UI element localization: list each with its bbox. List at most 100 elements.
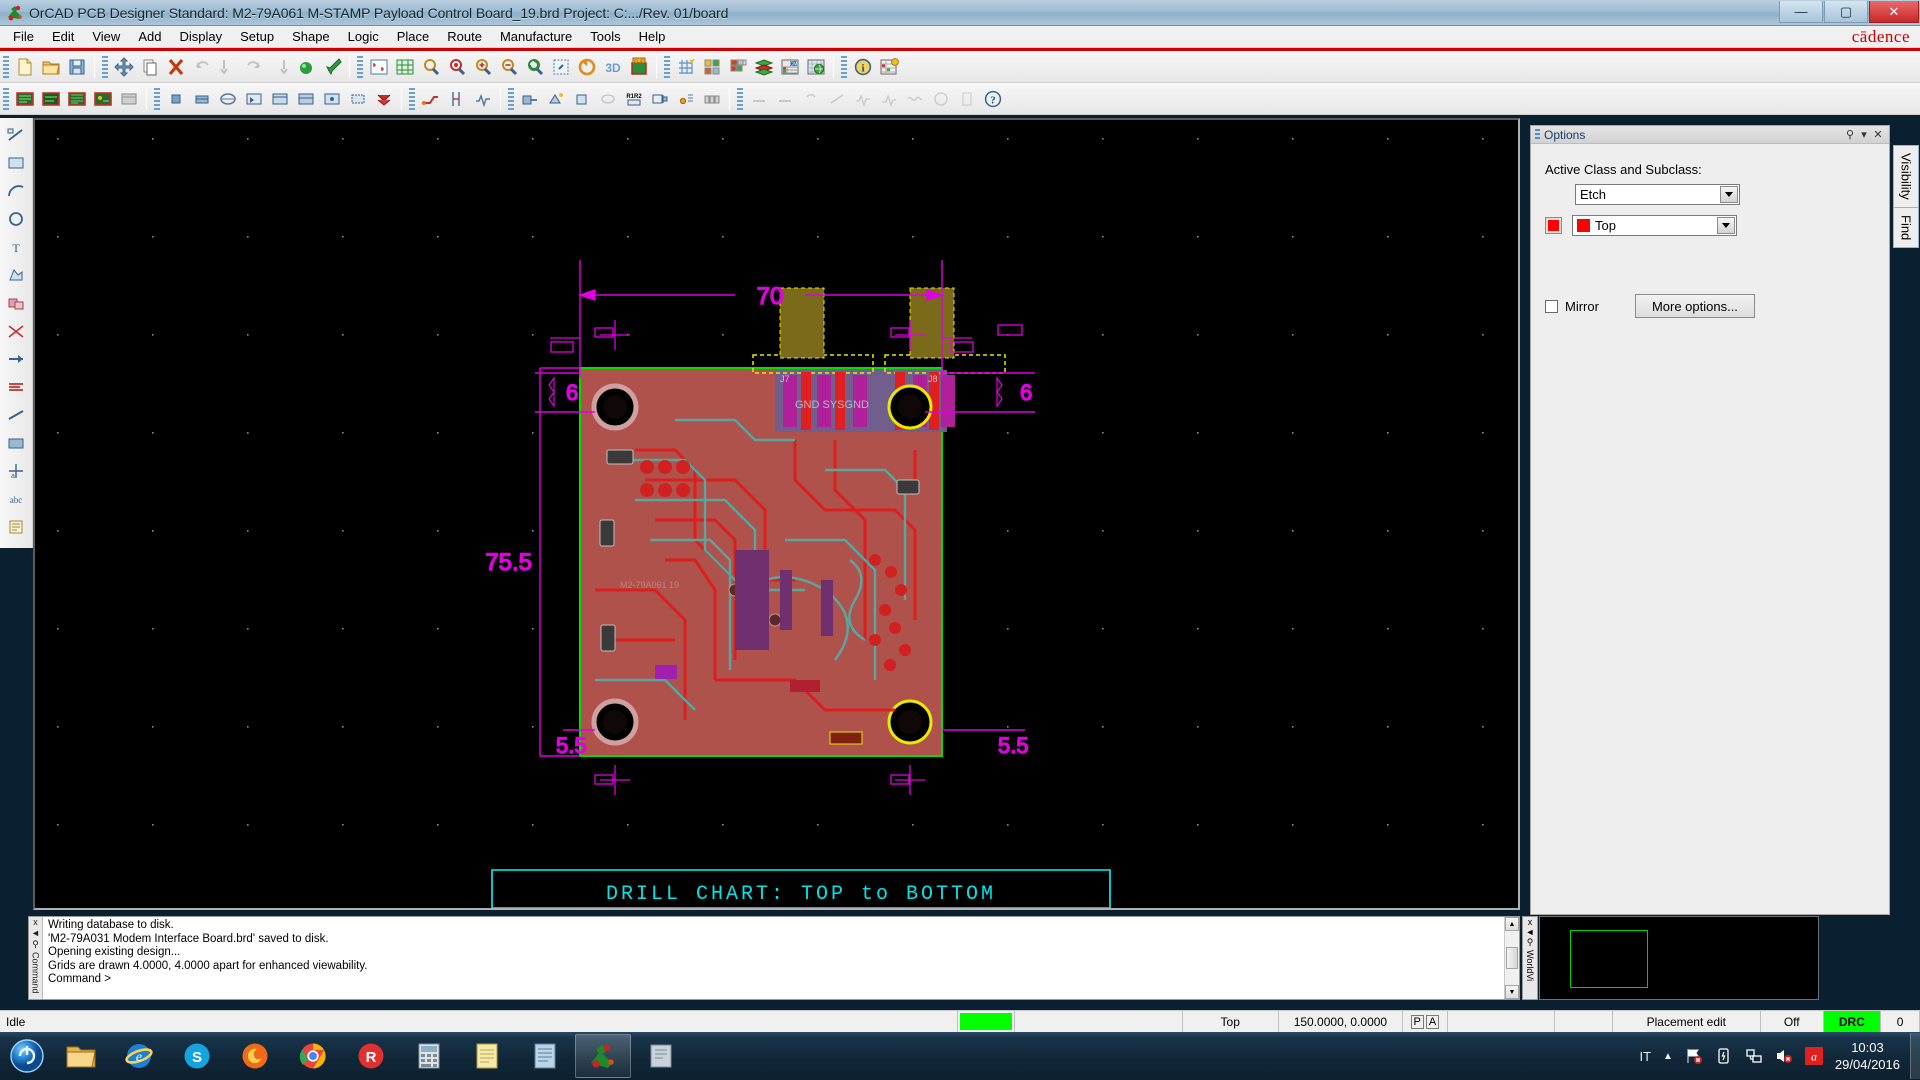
status-modes[interactable]: P A (1403, 1011, 1448, 1032)
collapse-icon[interactable]: ◄ (1526, 927, 1535, 937)
spread-icon[interactable] (371, 86, 397, 112)
file-explorer-icon[interactable] (53, 1034, 109, 1078)
toolbar-grip[interactable] (508, 87, 514, 110)
toolbar-grip[interactable] (409, 87, 415, 110)
color-layers-icon[interactable] (699, 54, 725, 80)
toolbar-grip[interactable] (737, 87, 743, 110)
toolbar-grip[interactable] (3, 55, 9, 78)
redraw-icon[interactable] (548, 54, 574, 80)
snap-pick-icon[interactable]: a (2, 457, 30, 485)
close-icon[interactable]: ✕ (1871, 128, 1885, 141)
shape-compose-icon[interactable] (2, 289, 30, 317)
options-panel-title-bar[interactable]: Options ⚲ ▾ ✕ (1531, 126, 1889, 144)
custom-smooth-icon[interactable] (517, 86, 543, 112)
close-icon[interactable]: x (1528, 917, 1533, 927)
emi-icon[interactable] (928, 86, 954, 112)
text-abc-icon[interactable]: abc (2, 485, 30, 513)
silkscreen-icon[interactable] (798, 86, 824, 112)
menu-item-manufacture[interactable]: Manufacture (491, 27, 581, 46)
status-drc-badge[interactable]: DRC (1823, 1011, 1882, 1032)
place-fanout-icon[interactable] (319, 86, 345, 112)
pcb-design-canvas[interactable]: GND SYSGND J7 J8 M2-79A061 19 70 75.5 6 (33, 118, 1520, 910)
console-output[interactable]: Writing database to disk. 'M2-79A031 Mod… (43, 917, 1504, 999)
battery-icon[interactable] (1715, 1047, 1733, 1065)
add-circle-icon[interactable] (2, 205, 30, 233)
volume-muted-icon[interactable] (1775, 1047, 1793, 1065)
via-icon[interactable] (543, 86, 569, 112)
new-file-icon[interactable] (12, 54, 38, 80)
windows-taskbar[interactable]: e S R IT ▲ a 10:03 29/04/2016 (0, 1032, 1920, 1080)
display-top-icon[interactable] (12, 86, 38, 112)
worldview-panel[interactable] (1539, 916, 1819, 1000)
menu-item-view[interactable]: View (83, 27, 129, 46)
zoom-by-points-icon[interactable] (418, 54, 444, 80)
delay-tune-icon[interactable] (470, 86, 496, 112)
scrollbar-thumb[interactable] (1506, 947, 1518, 969)
undo-icon[interactable] (189, 54, 215, 80)
mirror-checkbox[interactable] (1545, 299, 1558, 313)
scroll-up-button[interactable]: ▲ (1505, 917, 1519, 931)
refresh-icon[interactable] (574, 54, 600, 80)
place-manual-icon[interactable] (163, 86, 189, 112)
main-toolbar-row-1[interactable]: 3D FLIP CM i (0, 51, 1920, 83)
zoom-center-icon[interactable] (444, 54, 470, 80)
command-prompt[interactable]: Command > (48, 973, 1499, 987)
scroll-down-button[interactable]: ▼ (1505, 985, 1519, 999)
toolbar-grip[interactable] (3, 87, 9, 110)
layer-stack-icon[interactable] (751, 54, 777, 80)
zoom-world-icon[interactable] (392, 54, 418, 80)
dimension-icon[interactable] (647, 86, 673, 112)
toolbar-grip[interactable] (357, 55, 363, 78)
display-bottom-icon[interactable] (38, 86, 64, 112)
drill-legend-icon[interactable] (673, 86, 699, 112)
menu-item-help[interactable]: Help (630, 27, 675, 46)
menu-item-file[interactable]: File (4, 27, 43, 46)
zoom-previous-icon[interactable] (522, 54, 548, 80)
tab-visibility[interactable]: Visibility (1893, 145, 1919, 207)
shape-add-icon[interactable] (569, 86, 595, 112)
signal-analyze-icon[interactable] (876, 86, 902, 112)
flip-design-icon[interactable]: FLIP (626, 54, 652, 80)
pin-icon[interactable]: ⚲ (1843, 128, 1857, 141)
shape-edit-icon[interactable] (595, 86, 621, 112)
chevron-down-icon[interactable] (1717, 217, 1735, 234)
orcad-capture-icon[interactable]: R (343, 1034, 399, 1078)
left-vertical-toolbar[interactable]: T a abc (0, 118, 33, 548)
worldview-viewport-rect[interactable] (1570, 930, 1648, 988)
menu-item-setup[interactable]: Setup (231, 27, 283, 46)
main-toolbar-row-2[interactable]: R1R2 ? (0, 83, 1920, 115)
zoom-in-icon[interactable] (470, 54, 496, 80)
line-segment-icon[interactable] (2, 401, 30, 429)
menu-item-edit[interactable]: Edit (43, 27, 83, 46)
photoplot-icon[interactable] (699, 86, 725, 112)
open-folder-icon[interactable] (38, 54, 64, 80)
active-subclass-combo[interactable]: Top (1572, 215, 1737, 236)
swap-icon[interactable] (215, 86, 241, 112)
thermal-icon[interactable] (954, 86, 980, 112)
pick-mode-badge[interactable]: P (1410, 1014, 1424, 1029)
help-icon[interactable]: ? (980, 86, 1006, 112)
slide-icon[interactable] (444, 86, 470, 112)
tab-find[interactable]: Find (1893, 206, 1919, 249)
toolbar-grip[interactable] (841, 55, 847, 78)
subclass-icon[interactable] (725, 54, 751, 80)
show-desktop-button[interactable] (1910, 1033, 1920, 1079)
close-button[interactable]: ✕ (1869, 1, 1919, 23)
grid-toggle-icon[interactable] (673, 54, 699, 80)
firefox-icon[interactable] (227, 1034, 283, 1078)
pin-icon[interactable]: ⚲ (1527, 937, 1534, 948)
toolbar-grip[interactable] (102, 55, 108, 78)
right-side-tabs[interactable]: Visibility Find (1893, 145, 1919, 249)
route-connect-icon[interactable] (418, 86, 444, 112)
minimize-button[interactable]: — (1779, 1, 1823, 23)
flag-action-center-icon[interactable] (1685, 1047, 1703, 1065)
command-console[interactable]: x ◄ ⚲ Command Writing database to disk. … (28, 916, 1520, 1000)
view-3d-icon[interactable]: 3D (600, 54, 626, 80)
pin-icon[interactable]: ⚲ (32, 939, 39, 950)
menu-item-shape[interactable]: Shape (283, 27, 339, 46)
measure-icon[interactable] (824, 86, 850, 112)
more-options-button[interactable]: More options... (1634, 294, 1755, 318)
zoom-fit-icon[interactable] (366, 54, 392, 80)
worldview-side-strip[interactable]: x ◄ ⚲ WorldVi (1522, 916, 1538, 1000)
move-icon[interactable] (111, 54, 137, 80)
